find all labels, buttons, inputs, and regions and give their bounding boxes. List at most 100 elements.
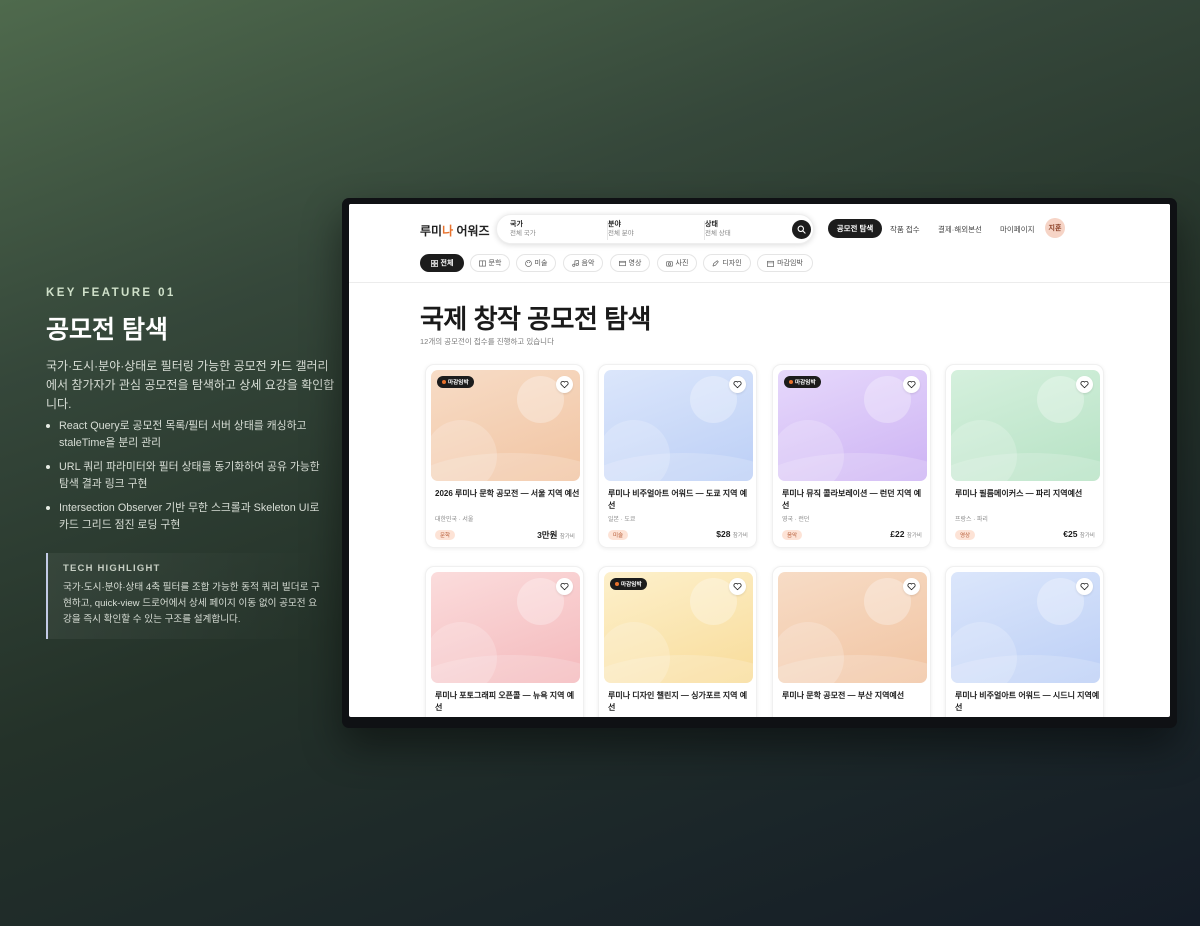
favorite-button[interactable]	[556, 578, 573, 595]
chip-art[interactable]: 미술	[516, 254, 556, 272]
closing-soon-badge: 마감임박	[784, 376, 821, 388]
chip-label: 사진	[675, 260, 689, 267]
search-icon	[797, 225, 806, 234]
app-logo[interactable]: 루미나 어워즈	[420, 222, 490, 239]
tech-highlight-title: TECH HIGHLIGHT	[63, 563, 161, 574]
feature-label: KEY FEATURE 01	[46, 287, 176, 299]
pen-tool-icon	[712, 259, 720, 266]
field-filter-label: 분야	[608, 221, 621, 228]
chip-label: 음악	[581, 260, 595, 267]
favorite-button[interactable]	[729, 376, 746, 393]
contest-card[interactable]: 마감임박 루미나 뮤직 콜라보레이션 — 런던 지역 예선 영국 · 런던 음악 £22…	[772, 364, 931, 548]
logo-text-rest: 어워즈	[453, 224, 490, 238]
nav-payment[interactable]: 결제·해외본선	[938, 224, 982, 235]
closing-soon-badge: 마감임박	[437, 376, 474, 388]
contest-card[interactable]: 루미나 비주얼아트 어워드 — 도쿄 지역 예선 일본 · 도쿄 미술 $28 참가비	[598, 364, 757, 548]
favorite-button[interactable]	[1076, 376, 1093, 393]
chip-label: 마감임박	[777, 260, 803, 267]
chip-all[interactable]: 전체	[420, 254, 464, 272]
calendar-icon	[767, 260, 775, 267]
grid-icon	[430, 259, 438, 267]
heart-icon	[1080, 380, 1089, 389]
heart-icon	[560, 380, 569, 389]
feature-bullets: React Query로 공모전 목록/필터 서버 상태를 캐싱하고 stale…	[46, 418, 331, 541]
contest-card[interactable]: 루미나 문학 공모전 — 부산 지역예선대한민국 · 부산	[772, 566, 931, 717]
card-location: 대한민국 · 부산	[782, 716, 820, 717]
favorite-button[interactable]	[903, 578, 920, 595]
status-filter-value: 전체 상태	[705, 230, 731, 237]
category-tag: 미술	[608, 530, 629, 540]
card-title: 루미나 디자인 챌린지 — 싱가포르 지역 예선	[608, 691, 748, 712]
card-thumbnail	[951, 572, 1100, 683]
card-title: 2026 루미나 문학 공모전 — 서울 지역 예선	[435, 489, 580, 498]
dot-icon	[442, 380, 446, 384]
field-filter-value: 전체 분야	[608, 230, 634, 237]
category-tag: 영상	[955, 530, 976, 540]
contest-card[interactable]: 루미나 포토그래피 오픈콜 — 뉴욕 지역 예선	[425, 566, 584, 717]
search-button[interactable]	[792, 220, 811, 239]
feature-description: 국가·도시·분야·상태로 필터링 가능한 공모전 카드 갤러리에서 참가자가 관…	[46, 359, 335, 411]
chip-video[interactable]: 영상	[610, 254, 650, 272]
favorite-button[interactable]	[1076, 578, 1093, 595]
nav-submit[interactable]: 작품 접수	[890, 224, 920, 235]
feature-title: 공모전 탐색	[46, 316, 168, 344]
page-subtitle: 12개의 공모전이 접수를 진행하고 있습니다	[420, 337, 554, 346]
card-thumbnail	[778, 572, 927, 683]
contest-card[interactable]: 마감임박 2026 루미나 문학 공모전 — 서울 지역 예선 대한민국 · 서울 문…	[425, 364, 584, 548]
entry-fee: $28 참가비	[716, 529, 748, 539]
page-title: 국제 창작 공모전 탐색	[420, 304, 651, 334]
heart-icon	[733, 380, 742, 389]
app-header: 루미나 어워즈 국가 전체 국가 분야 전체 분야 상태 전체 상태 공모전 탐…	[349, 204, 1170, 283]
card-title: 루미나 비주얼아트 어워드 — 시드니 지역예선	[955, 691, 1100, 712]
card-title: 루미나 필름메이커스 — 파리 지역예선	[955, 489, 1083, 498]
status-filter-label: 상태	[705, 221, 718, 228]
heart-icon	[907, 582, 916, 591]
favorite-button[interactable]	[903, 376, 920, 393]
card-location: 영국 · 런던	[782, 517, 810, 523]
chip-photo[interactable]: 사진	[657, 254, 697, 272]
field-filter[interactable]: 분야 전체 분야	[607, 221, 693, 240]
app-screen: 루미나 어워즈 국가 전체 국가 분야 전체 분야 상태 전체 상태 공모전 탐…	[349, 204, 1170, 717]
card-title: 루미나 문학 공모전 — 부산 지역예선	[782, 691, 905, 700]
contest-card[interactable]: 루미나 필름메이커스 — 파리 지역예선 프랑스 · 파리 영상 €25 참가비	[945, 364, 1104, 548]
chip-label: 디자인	[722, 260, 742, 267]
chip-literature[interactable]: 문학	[470, 254, 510, 272]
entry-fee: €25 참가비	[1063, 529, 1095, 539]
tech-highlight: TECH HIGHLIGHT 국가·도시·분야·상태 4축 필터를 조합 가능한…	[46, 553, 322, 639]
palette-icon	[524, 259, 532, 267]
chip-label: 문학	[488, 260, 502, 267]
contest-card[interactable]: 루미나 비주얼아트 어워드 — 시드니 지역예선	[945, 566, 1104, 717]
avatar[interactable]: 지훈	[1045, 218, 1065, 238]
chip-closing-soon[interactable]: 마감임박	[757, 254, 813, 272]
card-thumbnail	[951, 370, 1100, 481]
film-icon	[618, 260, 626, 266]
card-title: 루미나 비주얼아트 어워드 — 도쿄 지역 예선	[608, 489, 748, 510]
filter-search-bar: 국가 전체 국가 분야 전체 분야 상태 전체 상태	[496, 214, 814, 244]
chip-label: 영상	[628, 260, 642, 267]
card-title: 루미나 뮤직 콜라보레이션 — 런던 지역 예선	[782, 489, 922, 510]
status-filter[interactable]: 상태 전체 상태	[704, 221, 790, 240]
closing-soon-badge: 마감임박	[610, 578, 647, 590]
heart-icon	[560, 582, 569, 591]
favorite-button[interactable]	[556, 376, 573, 393]
heart-icon	[1080, 582, 1089, 591]
card-thumbnail: 마감임박	[778, 370, 927, 481]
chip-label: 전체	[440, 260, 454, 267]
contest-card[interactable]: 마감임박루미나 디자인 챌린지 — 싱가포르 지역 예선	[598, 566, 757, 717]
laptop-mockup: 루미나 어워즈 국가 전체 국가 분야 전체 분야 상태 전체 상태 공모전 탐…	[342, 198, 1177, 728]
feature-bullet: Intersection Observer 기반 무한 스크롤과 Skeleto…	[46, 500, 331, 533]
nav-mypage[interactable]: 마이페이지	[1000, 224, 1035, 235]
card-location: 대한민국 · 서울	[435, 517, 474, 523]
feature-bullet: URL 쿼리 파라미터와 필터 상태를 동기화하여 공유 가능한 탐색 결과 링…	[46, 459, 331, 492]
nav-explore[interactable]: 공모전 탐색	[828, 219, 882, 238]
card-thumbnail	[431, 572, 580, 683]
book-icon	[478, 260, 486, 266]
favorite-button[interactable]	[729, 578, 746, 595]
card-thumbnail: 마감임박	[604, 572, 753, 683]
chip-design[interactable]: 디자인	[703, 254, 751, 272]
logo-text: 루미	[420, 224, 443, 238]
chip-music[interactable]: 음악	[563, 254, 603, 272]
country-filter[interactable]: 국가 전체 국가	[510, 221, 596, 240]
feature-bullet: React Query로 공모전 목록/필터 서버 상태를 캐싱하고 stale…	[46, 418, 331, 451]
dot-icon	[789, 380, 793, 384]
